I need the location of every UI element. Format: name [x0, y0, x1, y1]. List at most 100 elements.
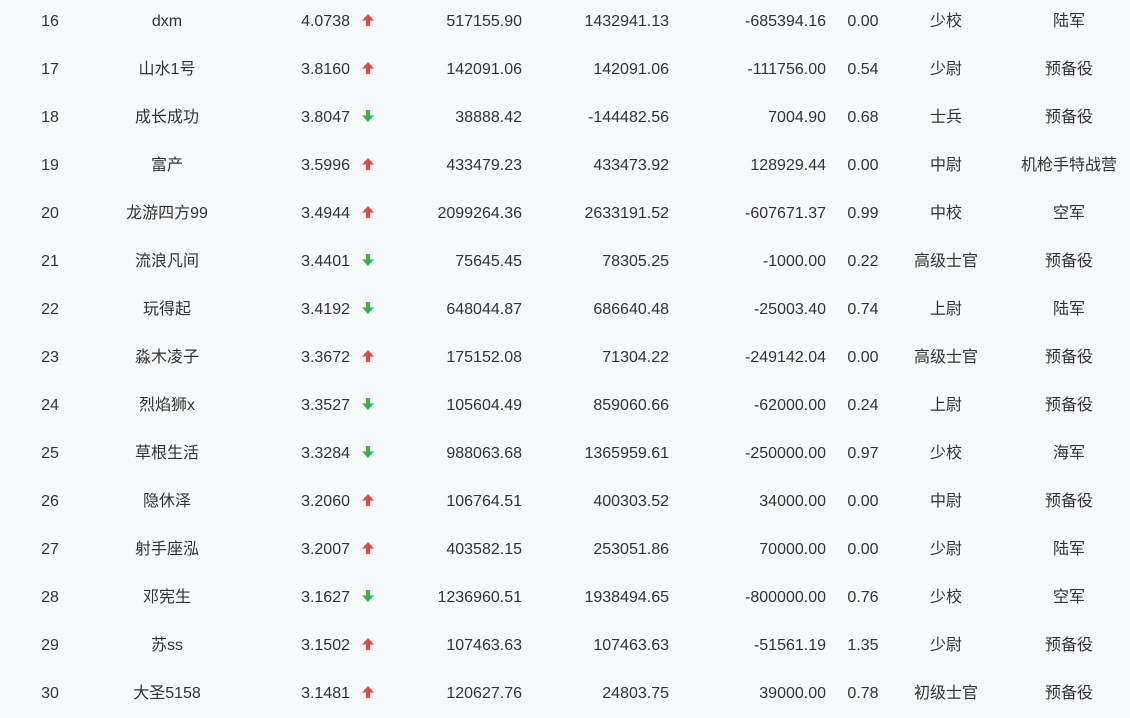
value-3-cell: -685394.16: [745, 13, 826, 30]
value-1-cell: 120627.76: [446, 685, 522, 702]
rank-cell: 27: [41, 541, 59, 558]
ratio-cell: 0.00: [847, 493, 879, 510]
value-1-cell: 175152.08: [446, 349, 522, 366]
value-2-cell: 71304.22: [602, 349, 669, 366]
military-rank-cell: 中校: [929, 205, 962, 222]
value-2-cell: 859060.66: [593, 397, 669, 414]
rank-cell: 20: [41, 205, 59, 222]
rank-cell: 18: [41, 109, 59, 126]
value-1-cell: 988063.68: [446, 445, 522, 462]
ratio-cell: 0.97: [847, 445, 879, 462]
branch-cell: 预备役: [1044, 493, 1093, 510]
player-name: 苏ss: [150, 637, 183, 654]
value-3-cell: -25003.40: [753, 301, 826, 318]
military-rank-cell: 少尉: [929, 637, 962, 654]
military-rank-cell: 少校: [929, 13, 962, 30]
military-rank-cell: 少校: [929, 589, 962, 606]
value-2-cell: 1365959.61: [584, 445, 669, 462]
score-cell: 3.2007: [301, 541, 350, 558]
rank-cell: 25: [41, 445, 59, 462]
branch-cell: 空军: [1052, 205, 1085, 222]
score-cell: 3.4192: [301, 301, 350, 318]
military-rank-cell: 上尉: [929, 301, 962, 318]
score-cell: 3.1481: [301, 685, 350, 702]
value-3-cell: -1000.00: [762, 253, 826, 270]
score-cell: 3.5996: [301, 157, 350, 174]
arrow-up-icon: [358, 478, 378, 526]
value-2-cell: 24803.75: [602, 685, 669, 702]
value-3-cell: 70000.00: [759, 541, 826, 558]
table-row[interactable]: 20 龙游四方99 3.4944 2099264.36 2633191.52 -60767…: [0, 190, 1130, 238]
branch-cell: 陆军: [1052, 13, 1085, 30]
table-row[interactable]: 23 淼木凌子 3.3672 175152.08 71304.22 -249142.04 0…: [0, 334, 1130, 382]
ratio-cell: 0.99: [847, 205, 879, 222]
score-cell: 3.1502: [301, 637, 350, 654]
ratio-cell: 0.00: [847, 13, 879, 30]
player-name: 草根生活: [134, 445, 199, 462]
ranking-table: 16 dxm 4.0738 517155.90 1432941.13 -685394.16…: [0, 0, 1130, 712]
score-cell: 3.1627: [301, 589, 350, 606]
branch-cell: 预备役: [1044, 685, 1093, 702]
table-row[interactable]: 28 邓宪生 3.1627 1236960.51 1938494.65 -800000.0…: [0, 574, 1130, 622]
rank-cell: 30: [41, 685, 59, 702]
table-row[interactable]: 24 烈焰狮x 3.3527 105604.49 859060.66 -62000.00 0…: [0, 382, 1130, 430]
military-rank-cell: 中尉: [929, 157, 962, 174]
arrow-up-icon: [358, 622, 378, 670]
table-row[interactable]: 17 山水1号 3.8160 142091.06 142091.06 -111756.00…: [0, 46, 1130, 94]
value-3-cell: -800000.00: [745, 589, 826, 606]
table-row[interactable]: 19 富产 3.5996 433479.23 433473.92 128929.44 0.0…: [0, 142, 1130, 190]
branch-cell: 预备役: [1044, 397, 1093, 414]
arrow-up-icon: [358, 190, 378, 238]
score-cell: 3.3672: [301, 349, 350, 366]
value-2-cell: 78305.25: [602, 253, 669, 270]
table-row[interactable]: 30 大圣5158 3.1481 120627.76 24803.75 39000.00 0…: [0, 670, 1130, 718]
value-1-cell: 75645.45: [455, 253, 522, 270]
table-row[interactable]: 21 流浪凡间 3.4401 75645.45 78305.25 -1000.00 0.22…: [0, 238, 1130, 286]
table-row[interactable]: 27 射手座泓 3.2007 403582.15 253051.86 70000.00 0.…: [0, 526, 1130, 574]
player-name: 富产: [150, 157, 183, 174]
ratio-cell: 1.35: [847, 637, 879, 654]
value-2-cell: 433473.92: [593, 157, 669, 174]
ratio-cell: 0.00: [847, 349, 879, 366]
value-3-cell: -62000.00: [753, 397, 826, 414]
rank-cell: 28: [41, 589, 59, 606]
value-2-cell: 400303.52: [593, 493, 669, 510]
value-3-cell: -111756.00: [747, 61, 826, 78]
value-3-cell: 128929.44: [750, 157, 826, 174]
branch-cell: 预备役: [1044, 349, 1093, 366]
value-1-cell: 517155.90: [446, 13, 522, 30]
score-cell: 3.2060: [301, 493, 350, 510]
ratio-cell: 0.00: [847, 541, 879, 558]
arrow-down-icon: [358, 574, 378, 622]
table-row[interactable]: 25 草根生活 3.3284 988063.68 1365959.61 -250000.0…: [0, 430, 1130, 478]
rank-cell: 23: [41, 349, 59, 366]
table-row[interactable]: 16 dxm 4.0738 517155.90 1432941.13 -685394.16…: [0, 0, 1130, 46]
value-1-cell: 38888.42: [455, 109, 522, 126]
table-row[interactable]: 29 苏ss 3.1502 107463.63 107463.63 -51561.19 1.…: [0, 622, 1130, 670]
value-3-cell: -249142.04: [745, 349, 826, 366]
score-cell: 3.4944: [301, 205, 350, 222]
value-3-cell: -607671.37: [745, 205, 826, 222]
ratio-cell: 0.68: [847, 109, 879, 126]
rank-cell: 29: [41, 637, 59, 654]
branch-cell: 陆军: [1052, 301, 1085, 318]
arrow-up-icon: [358, 526, 378, 574]
player-name: 隐休泽: [142, 493, 191, 510]
table-row[interactable]: 22 玩得起 3.4192 648044.87 686640.48 -25003.40 0.…: [0, 286, 1130, 334]
military-rank-cell: 高级士官: [913, 253, 978, 270]
value-2-cell: 107463.63: [593, 637, 669, 654]
military-rank-cell: 高级士官: [913, 349, 978, 366]
arrow-down-icon: [358, 238, 378, 286]
score-cell: 3.4401: [301, 253, 350, 270]
branch-cell: 预备役: [1044, 637, 1093, 654]
value-2-cell: 1432941.13: [584, 13, 669, 30]
value-1-cell: 433479.23: [446, 157, 522, 174]
rank-cell: 24: [41, 397, 59, 414]
branch-cell: 预备役: [1044, 61, 1093, 78]
table-row[interactable]: 26 隐休泽 3.2060 106764.51 400303.52 34000.00 0.0…: [0, 478, 1130, 526]
military-rank-cell: 少尉: [929, 61, 962, 78]
score-cell: 3.8047: [301, 109, 350, 126]
table-row[interactable]: 18 成长成功 3.8047 38888.42 -144482.56 7004.90 0.6…: [0, 94, 1130, 142]
ratio-cell: 0.00: [847, 157, 879, 174]
branch-cell: 预备役: [1044, 109, 1093, 126]
